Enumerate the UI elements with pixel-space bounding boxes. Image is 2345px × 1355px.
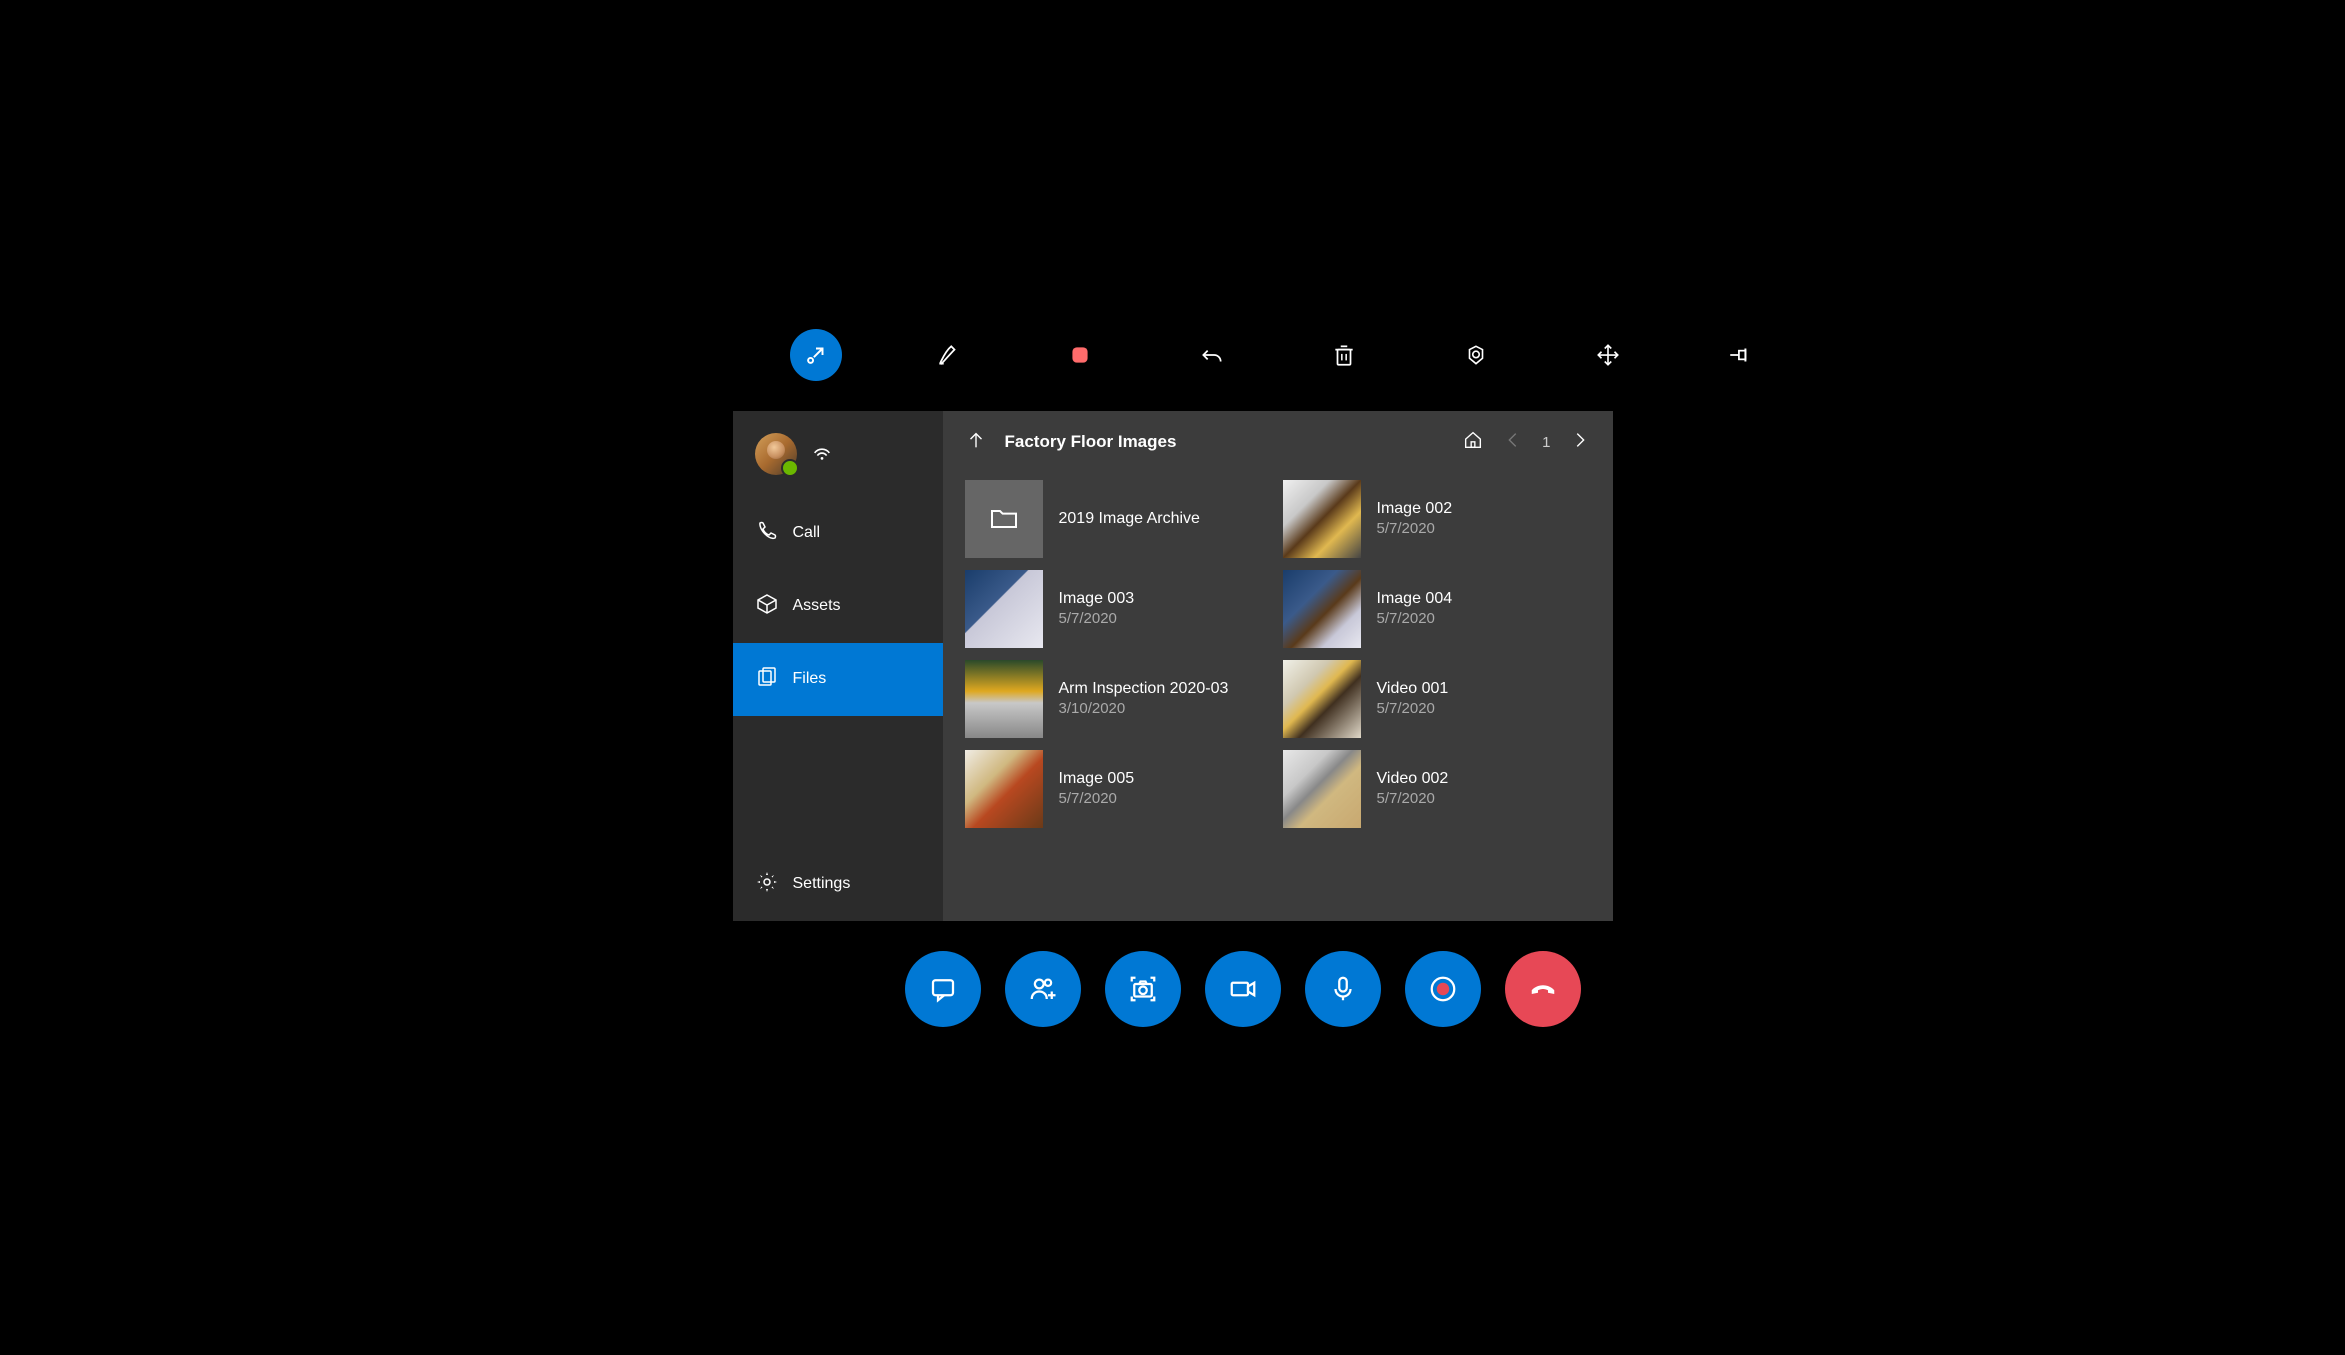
file-name: Image 004 <box>1377 590 1453 608</box>
content-area: Factory Floor Images 1 <box>943 411 1613 921</box>
file-grid: 2019 Image Archive Image 003 5/7/2020 Ar… <box>943 474 1613 921</box>
avatar[interactable] <box>755 433 797 475</box>
thumbnail <box>1283 750 1361 828</box>
hololens-icon[interactable] <box>1450 329 1502 381</box>
file-date: 3/10/2020 <box>1059 700 1229 717</box>
undo-tool[interactable] <box>1186 329 1238 381</box>
mic-button[interactable] <box>1305 951 1381 1027</box>
home-icon[interactable] <box>1462 429 1484 456</box>
file-name: Video 002 <box>1377 770 1449 788</box>
thumbnail <box>965 660 1043 738</box>
profile-row <box>733 411 943 497</box>
folder-icon <box>965 480 1043 558</box>
files-icon <box>755 665 779 694</box>
sidebar-label: Assets <box>793 597 841 615</box>
file-item[interactable]: Image 005 5/7/2020 <box>965 750 1273 828</box>
end-call-button[interactable] <box>1505 951 1581 1027</box>
file-date: 5/7/2020 <box>1377 610 1453 627</box>
file-date: 5/7/2020 <box>1377 790 1449 807</box>
sidebar: Call Assets Files Settings <box>733 411 943 921</box>
phone-icon <box>755 519 779 548</box>
wifi-icon <box>811 440 833 467</box>
thumbnail <box>965 750 1043 828</box>
folder-title: Factory Floor Images <box>1005 432 1445 452</box>
file-date: 5/7/2020 <box>1059 610 1135 627</box>
page-number: 1 <box>1542 434 1550 451</box>
arrow-tool[interactable] <box>790 329 842 381</box>
snapshot-button[interactable] <box>1105 951 1181 1027</box>
file-name: Image 003 <box>1059 590 1135 608</box>
thumbnail <box>1283 660 1361 738</box>
sidebar-item-call[interactable]: Call <box>733 497 943 570</box>
pin-icon[interactable] <box>1714 329 1766 381</box>
file-item[interactable]: Video 002 5/7/2020 <box>1283 750 1591 828</box>
file-item[interactable]: Video 001 5/7/2020 <box>1283 660 1591 738</box>
color-swatch[interactable] <box>1054 329 1106 381</box>
sidebar-item-settings[interactable]: Settings <box>733 848 943 921</box>
file-item[interactable]: Arm Inspection 2020-03 3/10/2020 <box>965 660 1273 738</box>
call-controls <box>905 951 1581 1027</box>
file-date: 5/7/2020 <box>1377 520 1453 537</box>
gear-icon <box>755 870 779 899</box>
file-date: 5/7/2020 <box>1377 700 1449 717</box>
chat-button[interactable] <box>905 951 981 1027</box>
file-name: Image 002 <box>1377 500 1453 518</box>
file-item[interactable]: Image 004 5/7/2020 <box>1283 570 1591 648</box>
file-name: Image 005 <box>1059 770 1135 788</box>
file-item[interactable]: Image 003 5/7/2020 <box>965 570 1273 648</box>
video-button[interactable] <box>1205 951 1281 1027</box>
up-arrow-icon[interactable] <box>965 429 987 456</box>
thumbnail <box>965 570 1043 648</box>
pager: 1 <box>1462 429 1590 456</box>
record-button[interactable] <box>1405 951 1481 1027</box>
move-icon[interactable] <box>1582 329 1634 381</box>
file-name: Video 001 <box>1377 680 1449 698</box>
thumbnail <box>1283 480 1361 558</box>
sidebar-label: Files <box>793 670 827 688</box>
delete-tool[interactable] <box>1318 329 1370 381</box>
sidebar-label: Settings <box>793 875 851 893</box>
next-page[interactable] <box>1569 429 1591 456</box>
annotation-toolbar <box>790 329 1766 381</box>
sidebar-item-files[interactable]: Files <box>733 643 943 716</box>
ink-tool[interactable] <box>922 329 974 381</box>
file-item[interactable]: Image 002 5/7/2020 <box>1283 480 1591 558</box>
thumbnail <box>1283 570 1361 648</box>
add-participant-button[interactable] <box>1005 951 1081 1027</box>
cube-icon <box>755 592 779 621</box>
file-name: 2019 Image Archive <box>1059 510 1200 528</box>
sidebar-item-assets[interactable]: Assets <box>733 570 943 643</box>
folder-item[interactable]: 2019 Image Archive <box>965 480 1273 558</box>
main-panel: Call Assets Files Settings <box>733 411 1613 921</box>
file-name: Arm Inspection 2020-03 <box>1059 680 1229 698</box>
file-date: 5/7/2020 <box>1059 790 1135 807</box>
content-header: Factory Floor Images 1 <box>943 411 1613 474</box>
sidebar-label: Call <box>793 524 821 542</box>
prev-page[interactable] <box>1502 429 1524 456</box>
